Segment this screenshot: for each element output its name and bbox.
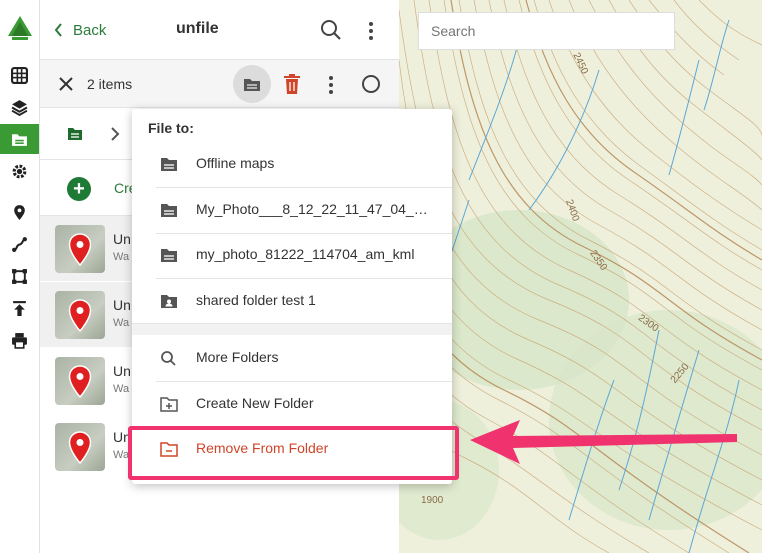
menu-item-label: Offline maps bbox=[196, 155, 275, 171]
folder-icon bbox=[161, 204, 177, 217]
rail-import-button[interactable] bbox=[0, 293, 39, 323]
search-icon bbox=[161, 351, 176, 366]
rail-print-button[interactable] bbox=[0, 325, 39, 355]
menu-item-folder[interactable]: Offline maps bbox=[132, 142, 452, 186]
menu-item-label: Create New Folder bbox=[196, 395, 314, 411]
rail-waypoint-button[interactable] bbox=[0, 197, 39, 227]
waypoint-thumbnail bbox=[55, 357, 105, 405]
back-button[interactable]: Back bbox=[54, 18, 106, 42]
panel-title: unfile bbox=[176, 20, 219, 37]
map-pin-icon bbox=[68, 299, 92, 332]
gear-icon bbox=[12, 164, 27, 178]
selection-toolbar: 2 items bbox=[40, 60, 399, 108]
highlight-box bbox=[128, 426, 459, 480]
upload-icon bbox=[13, 300, 26, 316]
more-vertical-icon[interactable] bbox=[364, 20, 378, 42]
back-label: Back bbox=[73, 21, 107, 39]
menu-item-label: My_Photo___8_12_22_11_47_04_AM... bbox=[196, 201, 436, 217]
more-folders-item[interactable]: More Folders bbox=[132, 336, 452, 380]
new-folder-icon bbox=[160, 397, 178, 412]
map-pin-icon bbox=[68, 233, 92, 266]
menu-item-folder[interactable]: my_photo_81222_114704_am_kml bbox=[132, 233, 452, 277]
folder-icon bbox=[161, 158, 177, 171]
map-pin-icon bbox=[14, 204, 25, 220]
panel-header: Back unfile bbox=[40, 0, 399, 60]
more-vertical-icon[interactable] bbox=[326, 74, 336, 96]
waypoint-type: Wa bbox=[113, 383, 130, 395]
waypoint-thumbnail bbox=[55, 423, 105, 471]
route-icon bbox=[12, 236, 27, 252]
folder-icon bbox=[12, 133, 27, 146]
selection-count: 2 items bbox=[87, 76, 133, 92]
search-icon[interactable] bbox=[320, 19, 342, 41]
folder-icon bbox=[161, 249, 177, 262]
menu-item-label: More Folders bbox=[196, 349, 279, 365]
waypoint-thumbnail bbox=[55, 291, 105, 339]
contour-label: 1900 bbox=[421, 495, 444, 506]
folder-icon[interactable] bbox=[67, 127, 83, 141]
rail-saved-items-button[interactable] bbox=[0, 124, 39, 154]
shared-folder-icon bbox=[161, 295, 177, 308]
trash-icon[interactable] bbox=[282, 73, 302, 95]
menu-item-folder[interactable]: My_Photo___8_12_22_11_47_04_AM... bbox=[132, 188, 452, 232]
move-to-folder-button[interactable] bbox=[233, 65, 271, 103]
rail-map-grid-button[interactable] bbox=[0, 60, 39, 90]
left-rail bbox=[0, 0, 40, 553]
polygon-area-icon bbox=[12, 268, 27, 284]
waypoint-name: Un bbox=[113, 297, 131, 313]
rail-area-button[interactable] bbox=[0, 261, 39, 291]
close-icon[interactable] bbox=[58, 76, 74, 92]
rail-settings-button[interactable] bbox=[0, 156, 39, 186]
menu-section-gap bbox=[132, 323, 452, 335]
chevron-left-icon bbox=[54, 23, 62, 37]
map-pin-icon bbox=[68, 365, 92, 398]
menu-item-label: shared folder test 1 bbox=[196, 292, 316, 308]
grid-icon bbox=[11, 66, 28, 84]
waypoint-type: Wa bbox=[113, 317, 130, 329]
map-pin-icon bbox=[68, 431, 92, 464]
waypoint-name: Un bbox=[113, 363, 131, 379]
layers-icon bbox=[11, 99, 28, 116]
menu-item-label: my_photo_81222_114704_am_kml bbox=[196, 246, 415, 262]
chevron-right-icon bbox=[111, 127, 120, 141]
create-new-folder-item[interactable]: Create New Folder bbox=[132, 382, 452, 426]
select-all-radio[interactable] bbox=[362, 75, 380, 93]
folder-icon bbox=[244, 78, 260, 91]
annotation-arrow-icon bbox=[470, 420, 737, 464]
menu-item-shared-folder[interactable]: shared folder test 1 bbox=[132, 279, 452, 323]
search-input[interactable] bbox=[418, 12, 675, 50]
waypoint-thumbnail bbox=[55, 225, 105, 273]
waypoint-name: Un bbox=[113, 231, 131, 247]
rail-layers-button[interactable] bbox=[0, 92, 39, 122]
app-logo-icon[interactable] bbox=[8, 16, 32, 42]
plus-circle-icon: + bbox=[67, 177, 91, 201]
rail-route-button[interactable] bbox=[0, 229, 39, 259]
waypoint-type: Wa bbox=[113, 251, 130, 263]
waypoint-type: Wa bbox=[113, 449, 130, 461]
menu-heading: File to: bbox=[148, 120, 194, 136]
printer-icon bbox=[12, 332, 27, 349]
